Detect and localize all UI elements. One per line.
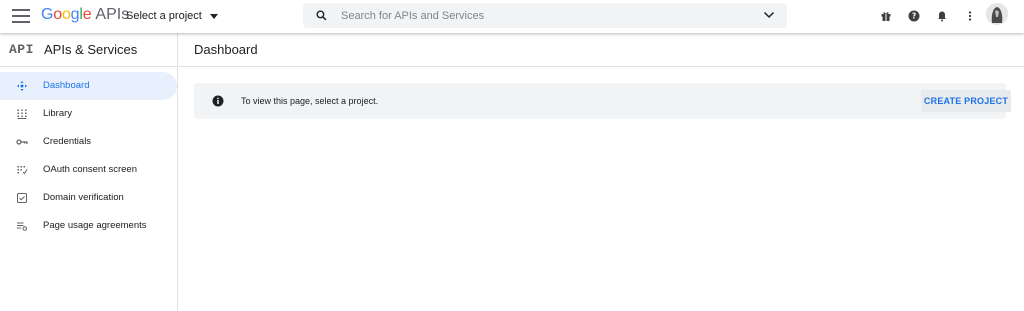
sidebar-item-oauth-consent[interactable]: OAuth consent screen [0,156,177,184]
search-icon [316,10,327,21]
library-icon [17,109,27,119]
chevron-down-icon[interactable] [763,10,775,20]
notifications-icon[interactable] [936,10,948,22]
sidebar: API APIs & Services Dashboard Library Cr… [0,33,178,311]
consent-icon [17,166,28,175]
search-input[interactable] [341,7,741,24]
sidebar-item-label: Credentials [43,136,92,147]
sidebar-nav: Dashboard Library Credentials OAuth cons… [0,72,177,240]
main-header: Dashboard [179,33,1024,67]
select-project-notice: To view this page, select a project. CRE… [194,83,1011,119]
sidebar-item-dashboard[interactable]: Dashboard [0,72,177,100]
dashboard-icon [17,81,27,91]
verification-icon [17,193,27,203]
google-apis-logo[interactable]: Google APIs [41,6,129,24]
sidebar-item-label: Dashboard [43,80,90,91]
google-wordmark: Google [41,6,92,23]
caret-down-icon [209,13,218,19]
sidebar-item-label: Domain verification [43,192,124,203]
more-vert-icon[interactable] [964,10,976,22]
sidebar-item-label: OAuth consent screen [43,164,137,175]
sidebar-title: APIs & Services [44,42,138,57]
api-logo-icon: API [9,42,34,57]
notice-message: To view this page, select a project. [241,96,379,106]
project-selector[interactable]: Select a project [126,10,218,22]
gift-icon[interactable] [880,10,892,22]
key-icon [16,139,28,145]
sidebar-item-page-usage-agreements[interactable]: Page usage agreements [0,212,177,240]
project-selector-label: Select a project [126,10,202,22]
top-app-bar: GoogleAPIs Select a project ? [0,0,1024,33]
svg-text:?: ? [912,12,916,21]
sidebar-header: API APIs & Services [0,33,177,67]
sidebar-item-credentials[interactable]: Credentials [0,128,177,156]
sidebar-item-library[interactable]: Library [0,100,177,128]
sidebar-item-label: Library [43,108,73,119]
avatar-image [986,3,1008,25]
sidebar-item-domain-verification[interactable]: Domain verification [0,184,177,212]
search-bar[interactable] [303,3,787,28]
main-content: Dashboard To view this page, select a pr… [179,33,1024,311]
sidebar-item-label: Page usage agreements [43,220,147,231]
help-icon[interactable]: ? [908,10,920,22]
settings-list-icon [17,222,27,231]
info-icon [212,95,224,107]
create-project-button[interactable]: CREATE PROJECT [921,90,1011,112]
page-title: Dashboard [194,42,258,57]
menu-icon[interactable] [12,9,30,23]
apis-wordmark: APIs [95,6,130,23]
avatar[interactable] [986,3,1008,25]
